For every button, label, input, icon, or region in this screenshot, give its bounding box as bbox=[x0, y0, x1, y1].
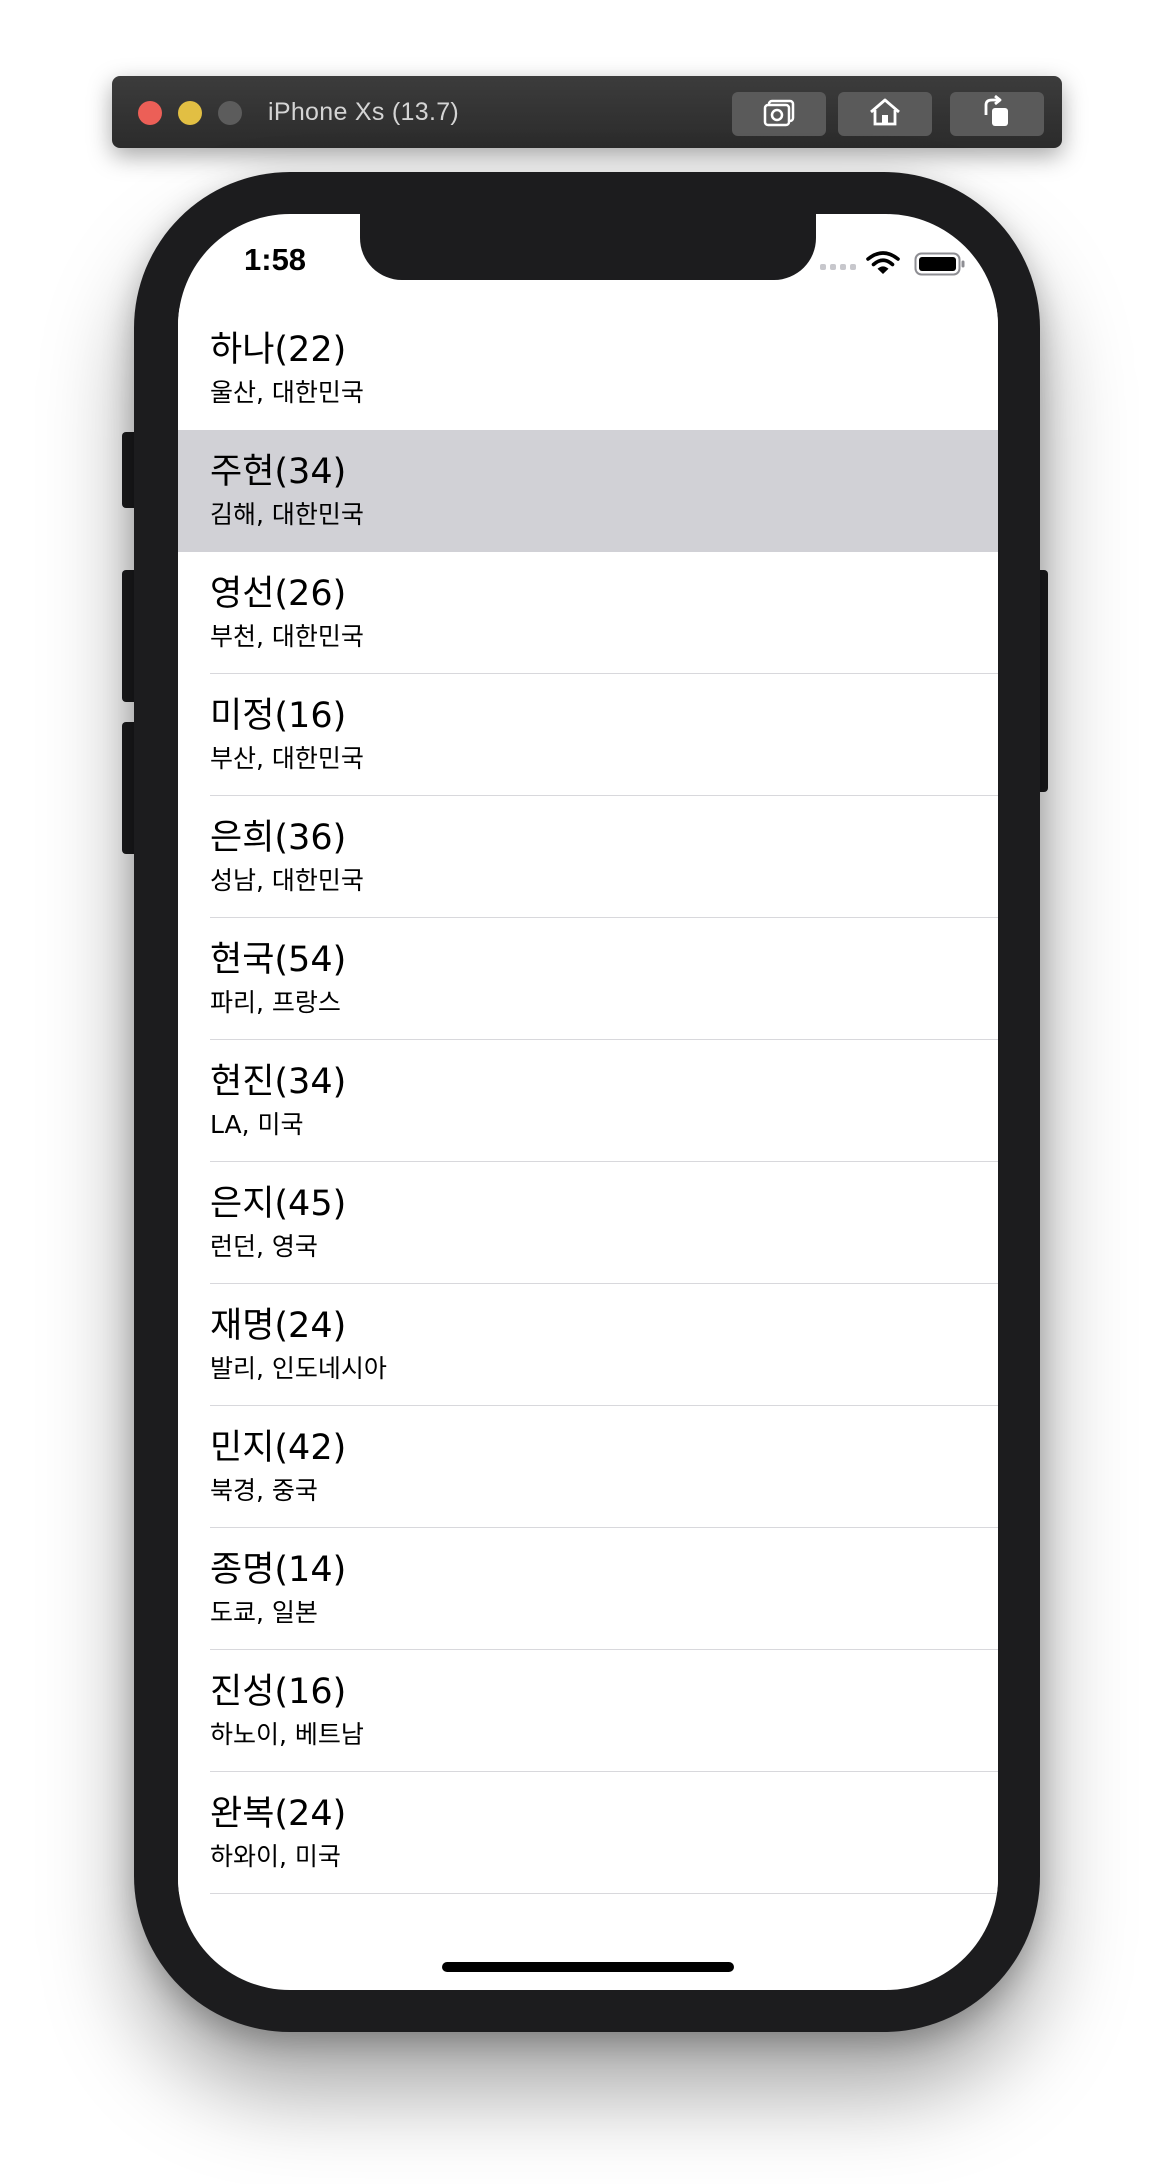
row-title: 미정(16) bbox=[210, 696, 347, 736]
table-row[interactable]: 미정(16) 부산, 대한민국 bbox=[178, 674, 998, 796]
table-row[interactable]: 은희(36) 성남, 대한민국 bbox=[178, 796, 998, 918]
table-row[interactable]: 진성(16) 하노이, 베트남 bbox=[178, 1650, 998, 1772]
rotate-icon bbox=[980, 94, 1014, 133]
row-title: 하나(22) bbox=[210, 330, 347, 370]
cellular-signal-icon bbox=[820, 264, 856, 270]
table-row[interactable]: 완복(24) 하와이, 미국 bbox=[178, 1772, 998, 1894]
row-subtitle: 성남, 대한민국 bbox=[210, 866, 364, 895]
row-subtitle: 도쿄, 일본 bbox=[210, 1598, 318, 1627]
row-title: 주현(34) bbox=[210, 452, 347, 492]
row-subtitle: 울산, 대한민국 bbox=[210, 378, 364, 407]
table-row[interactable]: 현진(34) LA, 미국 bbox=[178, 1040, 998, 1162]
table-row[interactable]: 은지(45) 런던, 영국 bbox=[178, 1162, 998, 1284]
row-subtitle: 김해, 대한민국 bbox=[210, 500, 364, 529]
close-window-button[interactable] bbox=[138, 101, 162, 125]
row-subtitle: 부산, 대한민국 bbox=[210, 744, 364, 773]
row-title: 진성(16) bbox=[210, 1672, 347, 1712]
row-separator bbox=[210, 1893, 998, 1894]
table-row[interactable]: 하나(22) 울산, 대한민국 bbox=[178, 308, 998, 430]
row-subtitle: 부천, 대한민국 bbox=[210, 622, 364, 651]
row-title: 완복(24) bbox=[210, 1794, 347, 1834]
table-row[interactable]: 종명(14) 도쿄, 일본 bbox=[178, 1528, 998, 1650]
table-row[interactable]: 민지(42) 북경, 중국 bbox=[178, 1406, 998, 1528]
home-indicator[interactable] bbox=[442, 1962, 734, 1972]
rotate-button[interactable] bbox=[950, 92, 1044, 136]
row-subtitle: LA, 미국 bbox=[210, 1110, 304, 1139]
row-title: 은지(45) bbox=[210, 1184, 347, 1224]
table-row[interactable]: 영선(26) 부천, 대한민국 bbox=[178, 552, 998, 674]
wifi-icon bbox=[866, 250, 900, 280]
row-title: 재명(24) bbox=[210, 1306, 347, 1346]
home-icon bbox=[868, 97, 902, 131]
row-subtitle: 발리, 인도네시아 bbox=[210, 1354, 387, 1383]
simulator-title-bar: iPhone Xs (13.7) bbox=[112, 76, 1062, 148]
table-row[interactable]: 재명(24) 발리, 인도네시아 bbox=[178, 1284, 998, 1406]
row-title: 현진(34) bbox=[210, 1062, 347, 1102]
simulator-page: iPhone Xs (13.7) 1:58 하나(22) 울산, 대한민국 주현… bbox=[0, 0, 1174, 2184]
row-title: 민지(42) bbox=[210, 1428, 347, 1468]
row-subtitle: 하노이, 베트남 bbox=[210, 1720, 364, 1749]
minimize-window-button[interactable] bbox=[178, 101, 202, 125]
row-title: 은희(36) bbox=[210, 818, 347, 858]
row-subtitle: 런던, 영국 bbox=[210, 1232, 318, 1261]
table-row[interactable]: 현국(54) 파리, 프랑스 bbox=[178, 918, 998, 1040]
window-title: iPhone Xs (13.7) bbox=[268, 98, 460, 126]
row-title: 종명(14) bbox=[210, 1550, 347, 1590]
device-notch bbox=[360, 214, 816, 280]
device-frame: 1:58 하나(22) 울산, 대한민국 주현(34) 김해, 대한민국 영선(… bbox=[134, 172, 1040, 2032]
table-row[interactable]: 주현(34) 김해, 대한민국 bbox=[178, 430, 998, 552]
battery-icon bbox=[914, 252, 966, 280]
zoom-window-button[interactable] bbox=[218, 101, 242, 125]
row-subtitle: 하와이, 미국 bbox=[210, 1842, 341, 1871]
row-title: 현국(54) bbox=[210, 940, 347, 980]
row-title: 영선(26) bbox=[210, 574, 347, 614]
person-table: 하나(22) 울산, 대한민국주현(34) 김해, 대한민국영선(26) 부천, 대한… bbox=[178, 308, 998, 1894]
camera-icon bbox=[761, 97, 797, 131]
row-subtitle: 북경, 중국 bbox=[210, 1476, 318, 1505]
home-button[interactable] bbox=[838, 92, 932, 136]
status-time: 1:58 bbox=[244, 242, 307, 277]
screenshot-button[interactable] bbox=[732, 92, 826, 136]
row-subtitle: 파리, 프랑스 bbox=[210, 988, 341, 1017]
device-screen: 1:58 하나(22) 울산, 대한민국 주현(34) 김해, 대한민국 영선(… bbox=[178, 214, 998, 1990]
